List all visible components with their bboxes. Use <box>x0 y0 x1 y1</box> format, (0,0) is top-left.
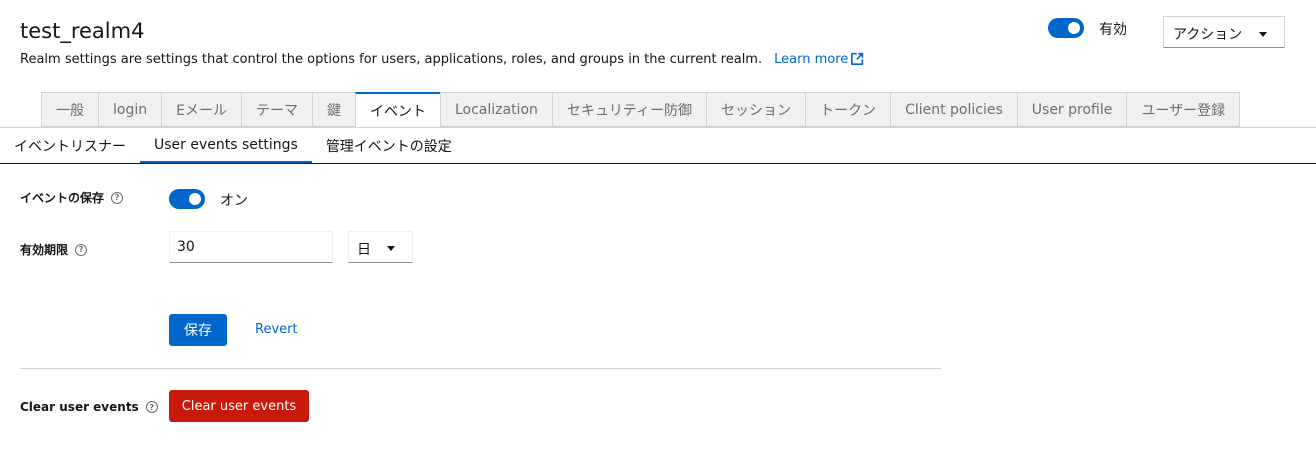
subtab-event-listeners[interactable]: イベントリスナー <box>0 128 140 164</box>
tab-email[interactable]: Eメール <box>161 92 241 127</box>
toggle-knob <box>1068 22 1080 34</box>
tab-tokens[interactable]: トークン <box>805 92 891 127</box>
save-events-field-label: イベントの保存 ? <box>20 189 124 206</box>
save-events-toggle-label: オン <box>220 193 248 209</box>
action-dropdown[interactable]: アクション <box>1163 16 1285 48</box>
realm-enabled-toggle[interactable] <box>1048 18 1084 38</box>
tab-client-policies[interactable]: Client policies <box>890 92 1017 127</box>
help-icon[interactable]: ? <box>75 243 88 256</box>
expiration-unit-select[interactable]: 日 <box>348 231 413 263</box>
tab-localization[interactable]: Localization <box>439 92 552 127</box>
tab-security-defenses[interactable]: セキュリティー防御 <box>551 92 707 127</box>
tab-keys[interactable]: 鍵 <box>311 92 355 127</box>
expiration-input[interactable] <box>169 231 333 263</box>
clear-events-label-text: Clear user events <box>20 400 139 414</box>
expiration-label-text: 有効期限 <box>20 243 69 257</box>
clear-user-events-button[interactable]: Clear user events <box>169 390 309 422</box>
page-title: test_realm4 <box>20 19 145 43</box>
save-button[interactable]: 保存 <box>169 314 227 346</box>
tab-events[interactable]: イベント <box>354 92 440 127</box>
help-icon[interactable]: ? <box>145 401 158 413</box>
settings-tabs: 一般 login Eメール テーマ 鍵 イベント Localization セキ… <box>41 92 1241 127</box>
chevron-down-icon <box>387 246 395 251</box>
page-description: Realm settings are settings that control… <box>20 52 864 67</box>
toggle-knob <box>189 193 201 205</box>
learn-more-link[interactable]: Learn more <box>774 52 864 67</box>
event-subtabs: イベントリスナー User events settings 管理イベントの設定 <box>0 128 466 164</box>
subtab-admin-events-settings[interactable]: 管理イベントの設定 <box>312 128 466 164</box>
realm-enabled-label: 有効 <box>1099 22 1127 38</box>
help-icon[interactable]: ? <box>111 191 124 204</box>
external-link-icon <box>851 52 864 65</box>
subtab-user-events-settings[interactable]: User events settings <box>140 128 312 164</box>
section-divider <box>20 368 941 369</box>
clear-events-field-label: Clear user events ? <box>20 400 158 414</box>
revert-button[interactable]: Revert <box>255 322 298 337</box>
chevron-down-icon <box>1259 32 1267 37</box>
page-description-text: Realm settings are settings that control… <box>20 52 763 67</box>
tab-user-registration[interactable]: ユーザー登録 <box>1126 92 1241 127</box>
expiration-unit-value: 日 <box>357 242 371 258</box>
tab-general[interactable]: 一般 <box>41 92 98 127</box>
expiration-field-label: 有効期限 ? <box>20 241 88 258</box>
tab-themes[interactable]: テーマ <box>240 92 312 127</box>
subtabs-divider <box>0 163 1316 164</box>
tab-sessions[interactable]: セッション <box>706 92 806 127</box>
action-dropdown-label: アクション <box>1173 27 1243 43</box>
tab-login[interactable]: login <box>98 92 162 127</box>
tab-user-profile[interactable]: User profile <box>1016 92 1127 127</box>
save-events-label-text: イベントの保存 <box>20 191 105 205</box>
learn-more-label: Learn more <box>774 52 849 67</box>
save-events-toggle[interactable] <box>169 189 205 209</box>
